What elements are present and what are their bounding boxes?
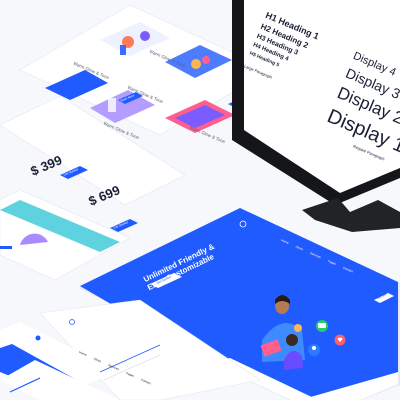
feature-cards-illustration <box>0 0 400 400</box>
footer-dot-icon <box>35 335 41 341</box>
monitor-stand <box>302 198 400 232</box>
hero-person2-head <box>286 334 298 346</box>
settings-icon <box>294 324 302 332</box>
